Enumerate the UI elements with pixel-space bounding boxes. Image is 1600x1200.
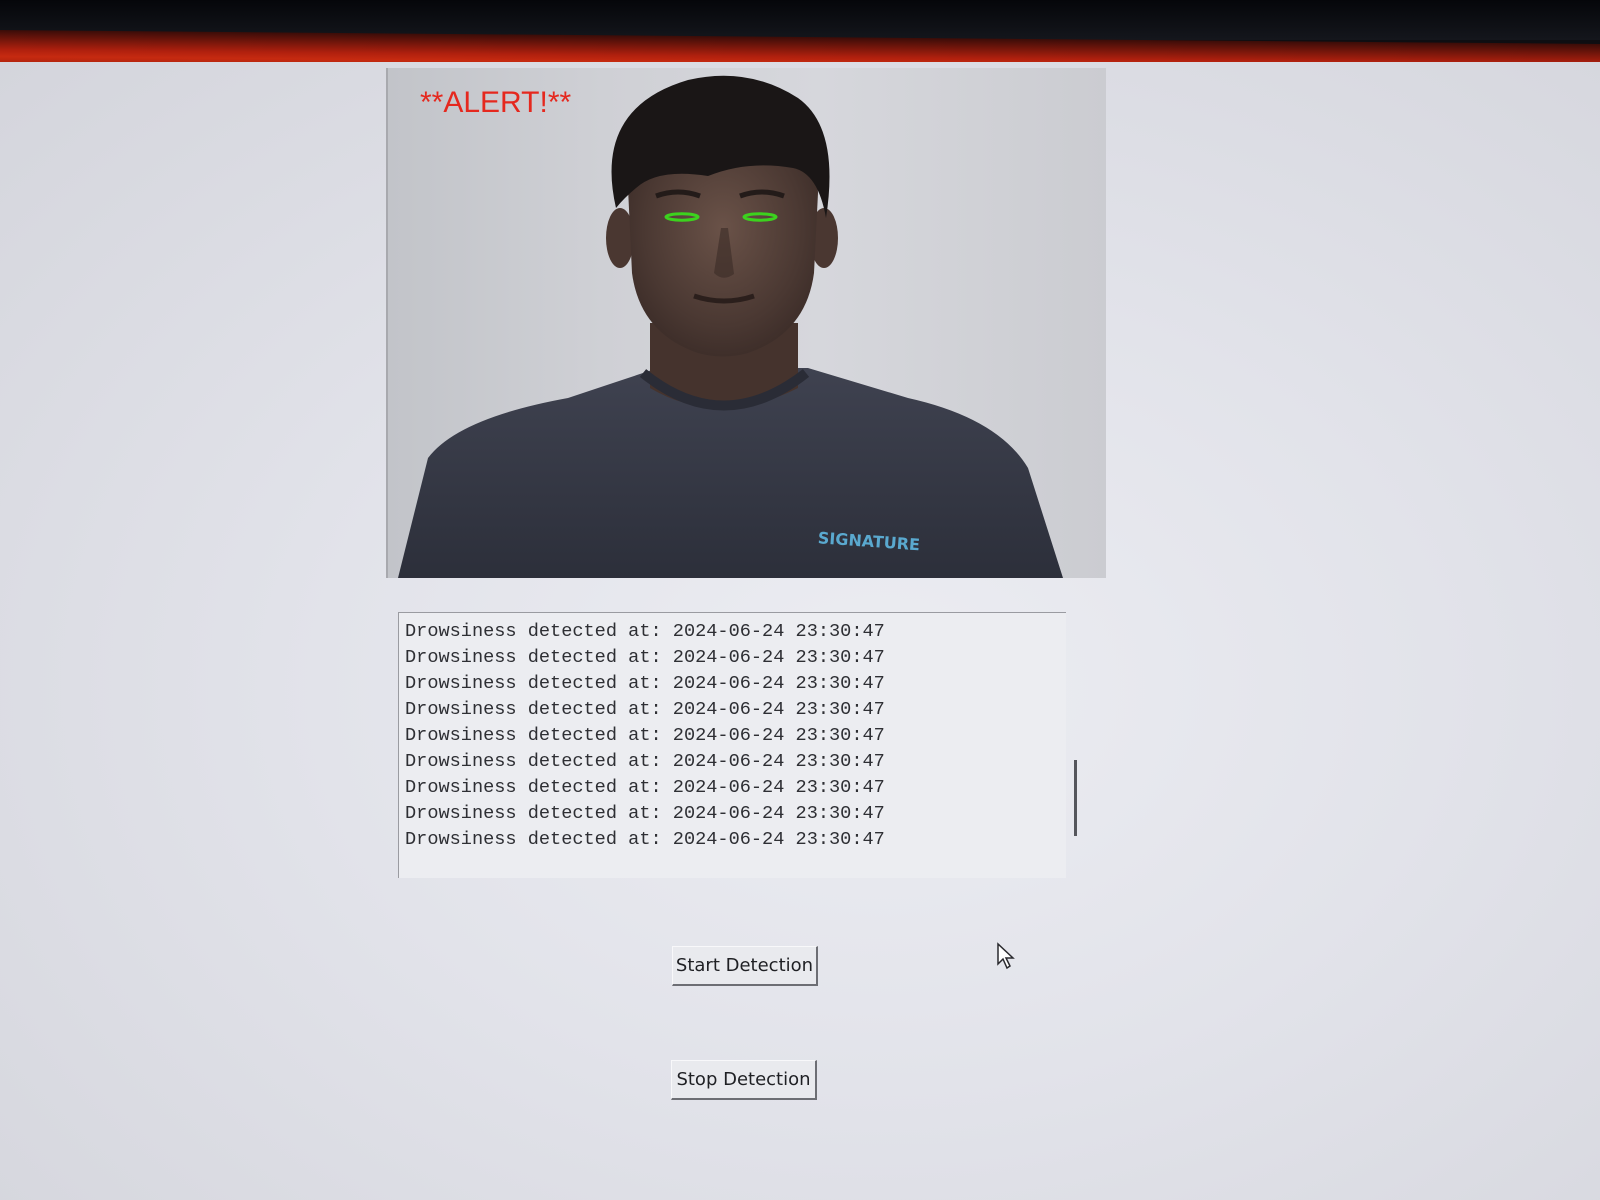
drowsiness-alert-label: **ALERT!** [420,86,572,119]
start-detection-button[interactable]: Start Detection [672,946,818,986]
detection-log[interactable]: Drowsiness detected at: 2024-06-24 23:30… [398,612,1066,878]
mouse-pointer-icon [996,942,1016,974]
camera-feed-image: SIGNATURE [398,75,1063,578]
log-entry: Drowsiness detected at: 2024-06-24 23:30… [405,803,885,824]
log-entry: Drowsiness detected at: 2024-06-24 23:30… [405,829,885,850]
app-window: SIGNATURE **ALERT!** Drowsiness detected… [0,62,1600,1200]
log-entry: Drowsiness detected at: 2024-06-24 23:30… [405,647,885,668]
log-entry: Drowsiness detected at: 2024-06-24 23:30… [405,699,885,720]
log-entry: Drowsiness detected at: 2024-06-24 23:30… [405,751,885,772]
camera-feed: SIGNATURE **ALERT!** [386,68,1106,578]
log-entry: Drowsiness detected at: 2024-06-24 23:30… [405,725,885,746]
log-entry: Drowsiness detected at: 2024-06-24 23:30… [405,621,885,642]
log-entry: Drowsiness detected at: 2024-06-24 23:30… [405,673,885,694]
stop-detection-button[interactable]: Stop Detection [671,1060,817,1100]
log-entry: Drowsiness detected at: 2024-06-24 23:30… [405,777,885,798]
log-scrollbar[interactable] [1074,760,1077,836]
